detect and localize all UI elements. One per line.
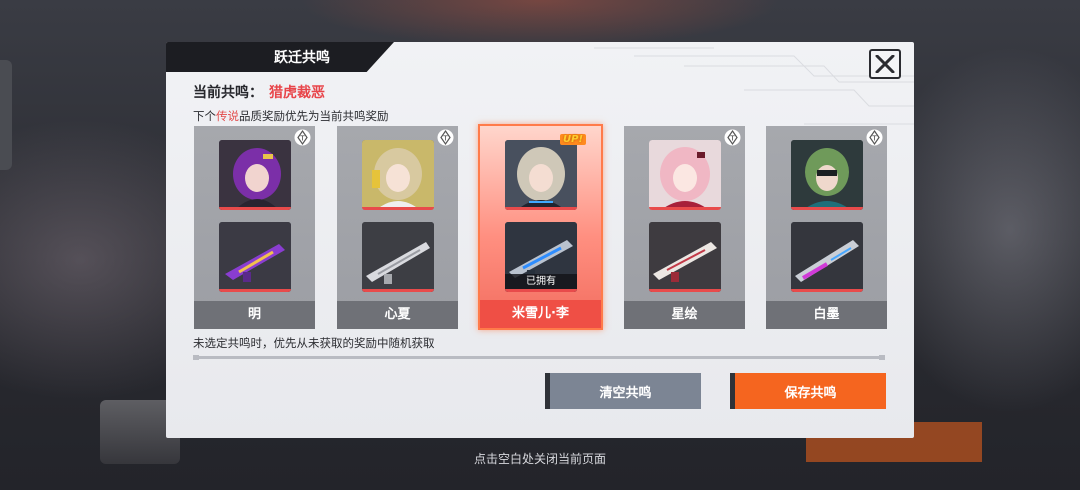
resonance-card-list[interactable]: T 明 T 心夏 UP! 已拥有 米雪儿·李 T 星绘 T 白墨 — [194, 124, 887, 330]
resonance-card-baimo[interactable]: T 白墨 — [766, 126, 887, 329]
weapon-slot — [362, 222, 434, 292]
resonance-card-xinxia[interactable]: T 心夏 — [337, 126, 458, 329]
weapon-image — [649, 222, 721, 292]
character-portrait-slot — [791, 140, 863, 210]
character-portrait — [791, 140, 863, 210]
weapon-slot — [791, 222, 863, 292]
svg-text:T: T — [442, 135, 448, 143]
tier-t-badge-icon: T — [724, 129, 741, 146]
character-portrait-slot — [649, 140, 721, 210]
character-portrait — [362, 140, 434, 210]
weapon-image — [362, 222, 434, 292]
weapon-slot — [649, 222, 721, 292]
up-badge: UP! — [560, 134, 587, 145]
character-portrait — [649, 140, 721, 210]
tier-t-badge-icon: T — [866, 129, 883, 146]
weapon-image — [791, 222, 863, 292]
resonance-dialog: 跃迁共鸣 当前共鸣： 猎虎裁恶 下个传说品质奖励优先为当前共鸣奖励 T 明 T … — [166, 42, 914, 438]
resonance-card-ming[interactable]: T 明 — [194, 126, 315, 329]
priority-prefix: 下个 — [193, 109, 216, 123]
svg-text:T: T — [871, 135, 877, 143]
close-hint-text: 点击空白处关闭当前页面 — [473, 452, 606, 466]
card-name: 明 — [194, 301, 315, 329]
card-name: 米雪儿·李 — [480, 300, 601, 328]
weapon-slot: 已拥有 — [505, 222, 577, 292]
close-icon — [875, 55, 895, 73]
character-portrait-slot — [362, 140, 434, 210]
current-resonance-label: 当前共鸣： — [193, 85, 263, 101]
save-resonance-button[interactable]: 保存共鸣 — [730, 373, 886, 409]
owned-status-label: 已拥有 — [505, 274, 577, 289]
current-resonance: 当前共鸣： 猎虎裁恶 — [193, 82, 325, 102]
tier-t-badge-icon: T — [437, 129, 454, 146]
card-name: 心夏 — [337, 301, 458, 329]
svg-text:T: T — [299, 135, 305, 143]
character-portrait-slot — [219, 140, 291, 210]
clear-resonance-button[interactable]: 清空共鸣 — [545, 373, 701, 409]
character-portrait — [505, 140, 577, 210]
resonance-card-michele-li[interactable]: UP! 已拥有 米雪儿·李 — [478, 124, 603, 330]
random-reward-note: 未选定共鸣时，优先从未获取的奖励中随机获取 — [193, 336, 435, 350]
dialog-title: 跃迁共鸣 — [166, 42, 394, 72]
weapon-slot — [219, 222, 291, 292]
priority-suffix: 品质奖励优先为当前共鸣奖励 — [239, 109, 389, 123]
horizontal-scrollbar[interactable] — [193, 355, 885, 360]
resonance-card-xinghui[interactable]: T 星绘 — [624, 126, 745, 329]
character-portrait — [219, 140, 291, 210]
weapon-image — [219, 222, 291, 292]
svg-text:T: T — [729, 135, 735, 143]
card-name: 白墨 — [766, 301, 887, 329]
priority-legend-quality: 传说 — [216, 109, 239, 123]
priority-description: 下个传说品质奖励优先为当前共鸣奖励 — [193, 108, 389, 124]
card-name: 星绘 — [624, 301, 745, 329]
tier-t-badge-icon: T — [294, 129, 311, 146]
current-resonance-value: 猎虎裁恶 — [269, 85, 325, 101]
character-portrait-slot — [505, 140, 577, 210]
close-button[interactable] — [869, 49, 901, 79]
background-side-panel — [0, 60, 12, 170]
